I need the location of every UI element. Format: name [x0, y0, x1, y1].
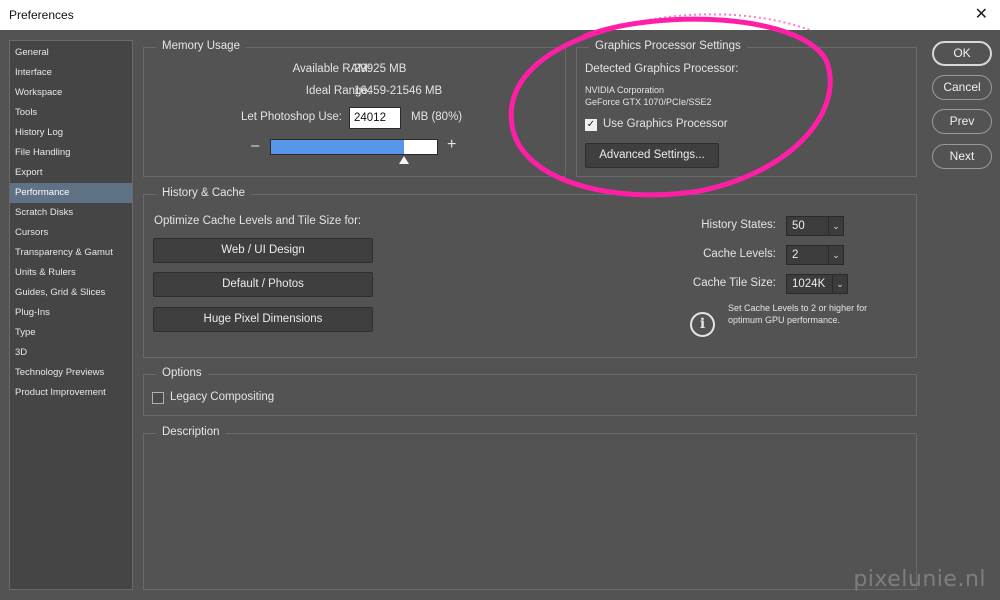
cache-tile-size-label: Cache Tile Size:	[692, 277, 776, 289]
cache-levels-select[interactable]: 2 ⌄	[786, 245, 844, 265]
cache-tile-size-value: 1024K	[792, 278, 826, 290]
sidebar-item-export[interactable]: Export	[10, 163, 132, 183]
cancel-button[interactable]: Cancel	[932, 75, 992, 100]
sidebar-item-plug-ins[interactable]: Plug-Ins	[10, 303, 132, 323]
sidebar-item-units-rulers[interactable]: Units & Rulers	[10, 263, 132, 283]
preset-default-photos-button[interactable]: Default / Photos	[153, 272, 373, 297]
prev-button[interactable]: Prev	[932, 109, 992, 134]
sidebar: General Interface Workspace Tools Histor…	[9, 40, 133, 590]
sidebar-item-scratch-disks[interactable]: Scratch Disks	[10, 203, 132, 223]
chevron-down-icon: ⌄	[828, 217, 843, 235]
info-icon: i	[690, 312, 715, 337]
description-group: Description	[143, 426, 917, 590]
gpu-settings-title: Graphics Processor Settings	[589, 40, 747, 52]
chevron-down-icon: ⌄	[828, 246, 843, 264]
sidebar-item-file-handling[interactable]: File Handling	[10, 143, 132, 163]
gpu-vendor: NVIDIA Corporation	[585, 85, 665, 95]
detected-gpu-label: Detected Graphics Processor:	[585, 63, 739, 75]
let-photoshop-use-label: Let Photoshop Use:	[240, 111, 342, 123]
title-bar: Preferences ✕	[0, 0, 1000, 30]
description-title: Description	[156, 426, 226, 438]
sidebar-item-guides-grid-slices[interactable]: Guides, Grid & Slices	[10, 283, 132, 303]
sidebar-item-interface[interactable]: Interface	[10, 63, 132, 83]
cache-tile-size-select[interactable]: 1024K ⌄	[786, 274, 848, 294]
sidebar-item-product-improvement[interactable]: Product Improvement	[10, 383, 132, 403]
history-states-label: History States:	[701, 219, 776, 231]
sidebar-item-general[interactable]: General	[10, 43, 132, 63]
preset-web-ui-button[interactable]: Web / UI Design	[153, 238, 373, 263]
sidebar-item-technology-previews[interactable]: Technology Previews	[10, 363, 132, 383]
watermark: pixelunie.nl	[853, 567, 986, 592]
history-states-value: 50	[792, 220, 805, 232]
cache-note-line-1: Set Cache Levels to 2 or higher for	[728, 303, 868, 313]
options-title: Options	[156, 367, 208, 379]
sidebar-item-cursors[interactable]: Cursors	[10, 223, 132, 243]
legacy-compositing-label: Legacy Compositing	[170, 391, 275, 403]
legacy-compositing-checkbox[interactable]	[152, 392, 164, 404]
chevron-down-icon: ⌄	[832, 275, 847, 293]
window-title: Preferences	[9, 8, 74, 22]
sidebar-item-type[interactable]: Type	[10, 323, 132, 343]
ideal-range-value: 16459-21546 MB	[354, 85, 443, 97]
sidebar-item-history-log[interactable]: History Log	[10, 123, 132, 143]
ok-button[interactable]: OK	[932, 41, 992, 66]
use-gpu-label: Use Graphics Processor	[603, 118, 728, 130]
available-ram-value: 29925 MB	[354, 63, 407, 75]
history-states-select[interactable]: 50 ⌄	[786, 216, 844, 236]
sidebar-item-performance[interactable]: Performance	[10, 183, 132, 203]
memory-amount-input[interactable]: 24012	[349, 107, 401, 129]
gpu-model: GeForce GTX 1070/PCIe/SSE2	[585, 97, 712, 107]
memory-slider-fill	[271, 140, 404, 154]
cache-levels-value: 2	[792, 249, 799, 261]
memory-percent-label: MB (80%)	[411, 111, 463, 123]
sidebar-item-workspace[interactable]: Workspace	[10, 83, 132, 103]
advanced-settings-button[interactable]: Advanced Settings...	[585, 143, 719, 168]
next-button[interactable]: Next	[932, 144, 992, 169]
memory-slider-thumb[interactable]	[399, 156, 410, 164]
sidebar-item-transparency-gamut[interactable]: Transparency & Gamut	[10, 243, 132, 263]
history-cache-title: History & Cache	[156, 187, 252, 199]
cache-note-line-2: optimum GPU performance.	[728, 315, 841, 325]
memory-slider-track[interactable]	[270, 139, 438, 155]
preset-huge-pixel-button[interactable]: Huge Pixel Dimensions	[153, 307, 373, 332]
sidebar-item-tools[interactable]: Tools	[10, 103, 132, 123]
memory-usage-title: Memory Usage	[156, 40, 246, 52]
memory-increase-button[interactable]: +	[447, 136, 456, 154]
use-gpu-checkbox[interactable]: ✓	[585, 119, 597, 131]
cache-levels-label: Cache Levels:	[703, 248, 776, 260]
optimize-cache-label: Optimize Cache Levels and Tile Size for:	[154, 215, 362, 227]
sidebar-item-3d[interactable]: 3D	[10, 343, 132, 363]
memory-decrease-button[interactable]: –	[251, 137, 259, 154]
close-icon[interactable]: ✕	[975, 0, 988, 30]
